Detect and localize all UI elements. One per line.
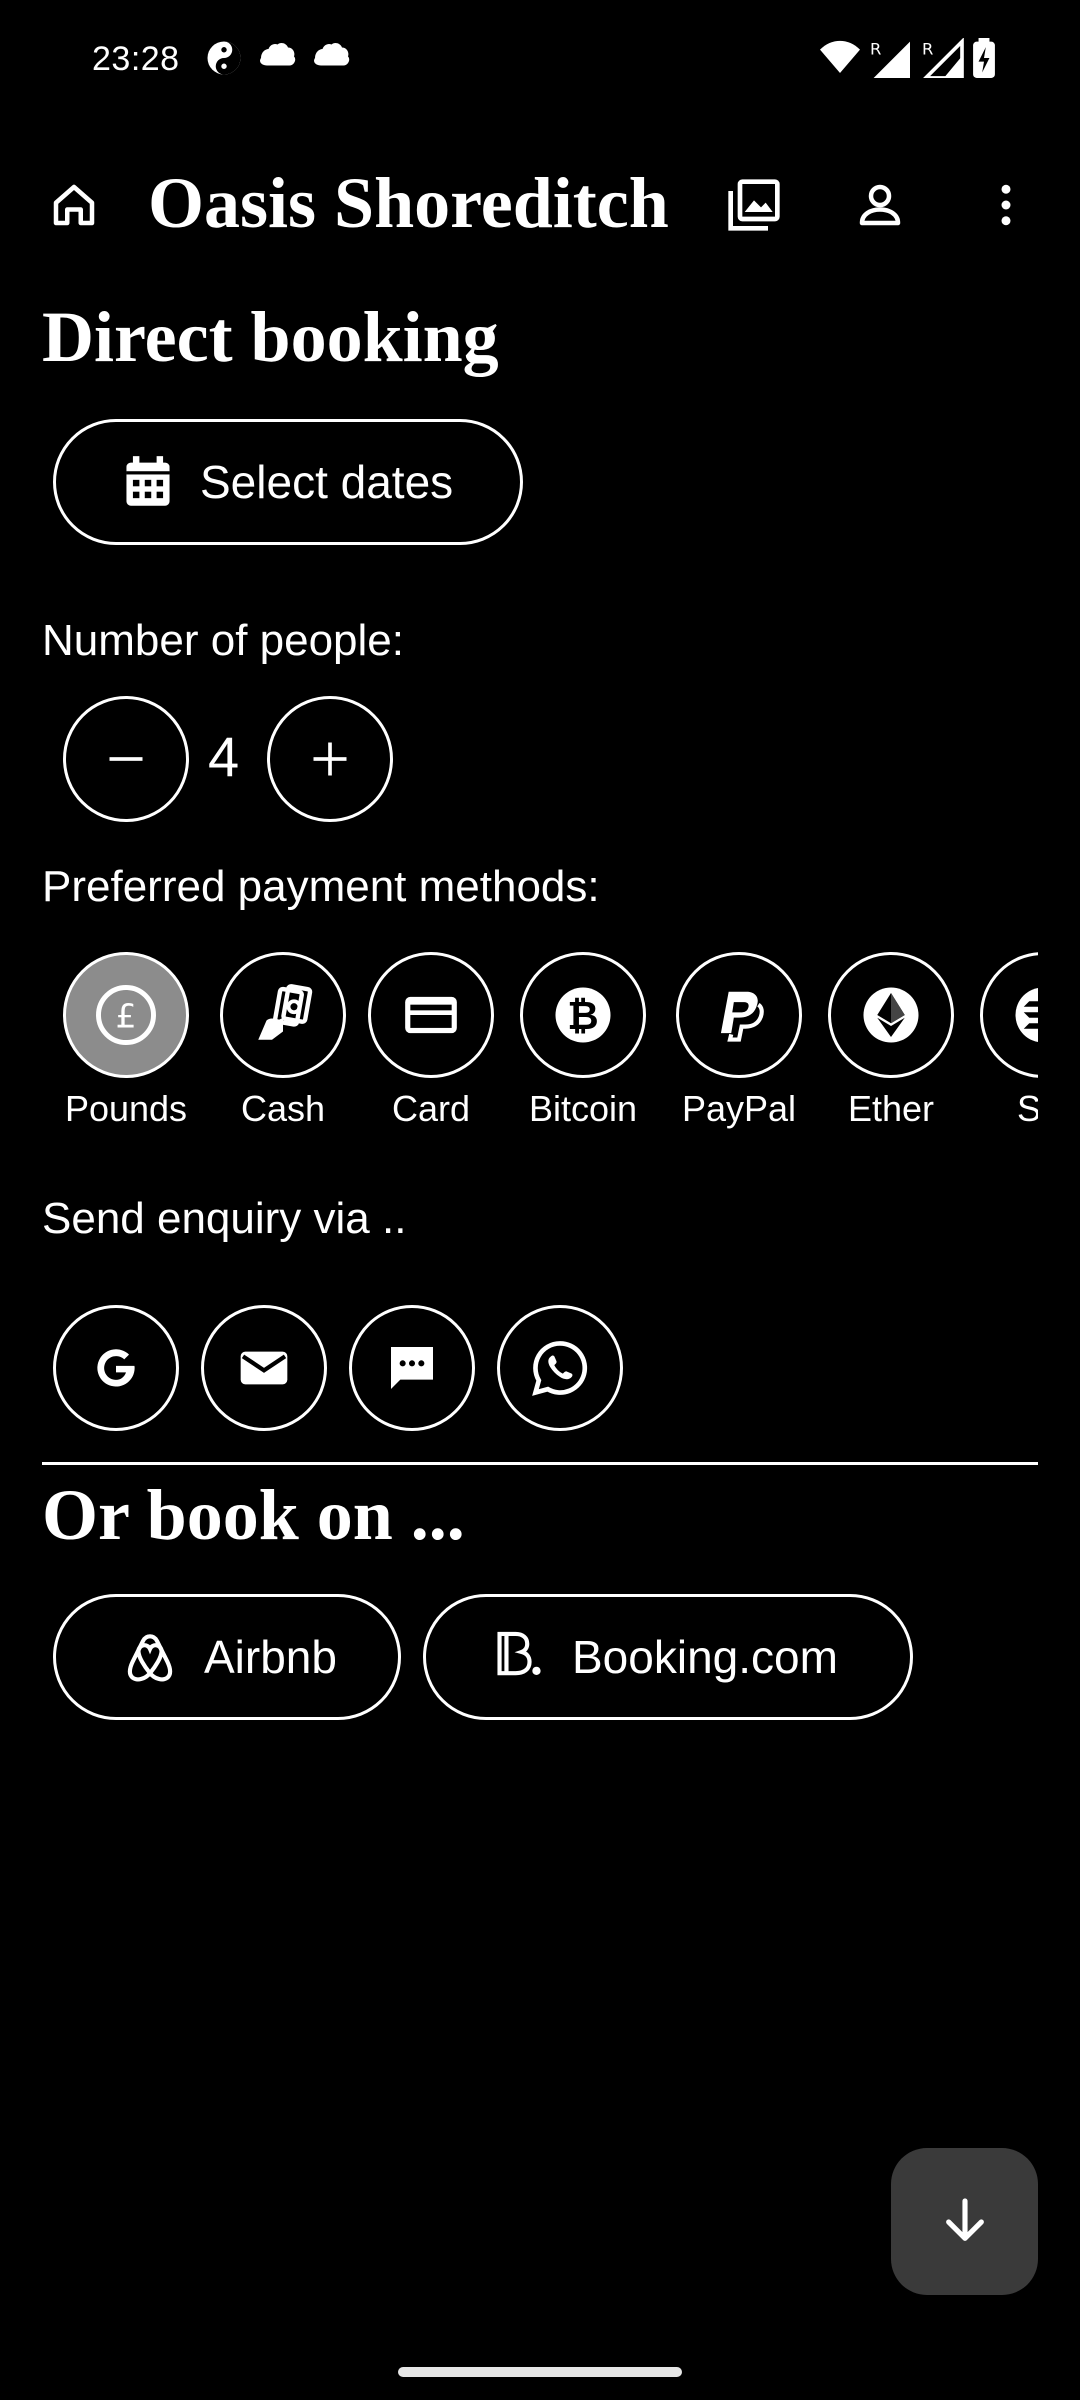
svg-text:R: R (870, 39, 881, 58)
payment-sol-chip[interactable] (980, 952, 1038, 1078)
paypal-icon (708, 984, 770, 1046)
payment-ether-chip[interactable] (828, 952, 954, 1078)
person-icon (853, 178, 907, 232)
status-time: 23:28 (92, 40, 180, 78)
increase-people-button[interactable] (267, 696, 393, 822)
payment-sol-label: Sol (1016, 1088, 1038, 1129)
people-count: 4 (208, 725, 240, 788)
home-indicator[interactable] (398, 2367, 682, 2377)
booking-com-icon (490, 1627, 546, 1687)
payment-card-chip[interactable] (368, 952, 494, 1078)
wifi-icon (820, 40, 860, 76)
svg-text:₿: ₿ (567, 994, 598, 1039)
direct-booking-heading: Direct booking (42, 297, 499, 377)
pound-icon: £ (93, 982, 159, 1048)
payment-paypal-chip[interactable] (676, 952, 802, 1078)
airbnb-icon (122, 1627, 178, 1687)
status-bar: 23:28 R R (0, 0, 1080, 120)
decrease-people-button[interactable] (63, 696, 189, 822)
sms-icon (384, 1340, 440, 1396)
minus-icon (104, 737, 148, 781)
notification-icon (256, 40, 296, 76)
home-button[interactable] (34, 165, 114, 245)
scroll-down-fab[interactable] (891, 2148, 1038, 2295)
external-booking-heading: Or book on ... (42, 1475, 465, 1555)
payment-pounds-label: Pounds (64, 1088, 188, 1129)
select-dates-button[interactable]: Select dates (53, 419, 523, 545)
more-vert-icon (979, 178, 1033, 232)
credit-card-icon (400, 984, 462, 1046)
svg-text:R: R (922, 39, 933, 58)
payment-ether-label: Ether (847, 1088, 935, 1129)
payment-card-label: Card (391, 1088, 471, 1129)
plus-icon (308, 737, 352, 781)
battery-charging-icon (972, 38, 996, 78)
enquiry-sms-button[interactable] (349, 1305, 475, 1431)
enquiry-whatsapp-button[interactable] (497, 1305, 623, 1431)
app-bar: Oasis Shoreditch (0, 150, 1080, 260)
section-divider (42, 1462, 1038, 1465)
signal-roaming-icon: R (920, 38, 964, 78)
solana-icon (1010, 982, 1038, 1048)
status-left-icons (206, 40, 350, 76)
signal-roaming-icon: R (868, 38, 912, 78)
airbnb-button[interactable]: Airbnb (53, 1594, 401, 1720)
notification-icon (310, 40, 350, 76)
calendar-icon (122, 454, 174, 510)
select-dates-label: Select dates (200, 456, 454, 508)
payment-cash-chip[interactable] (220, 952, 346, 1078)
booking-com-label: Booking.com (572, 1631, 838, 1683)
status-right-icons: R R (820, 38, 996, 78)
payment-bitcoin-label: Bitcoin (528, 1088, 638, 1129)
yin-yang-icon (206, 40, 242, 76)
ethereum-icon (858, 982, 924, 1048)
payment-pounds-chip[interactable]: £ (63, 952, 189, 1078)
photo-library-icon (726, 177, 782, 233)
bitcoin-icon: ₿ (550, 982, 616, 1048)
email-icon (236, 1340, 292, 1396)
enquiry-label: Send enquiry via .. (42, 1194, 407, 1243)
google-icon (90, 1342, 142, 1394)
airbnb-label: Airbnb (204, 1631, 337, 1683)
payment-methods-row[interactable]: £ ₿ Pounds Cash Card Bitcoin PayPal Ethe… (0, 930, 1038, 1150)
enquiry-email-button[interactable] (201, 1305, 327, 1431)
payment-cash-label: Cash (240, 1088, 326, 1129)
enquiry-google-button[interactable] (53, 1305, 179, 1431)
payment-paypal-label: PayPal (681, 1088, 797, 1129)
booking-com-button[interactable]: Booking.com (423, 1594, 913, 1720)
whatsapp-icon (529, 1337, 591, 1399)
account-button[interactable] (840, 165, 920, 245)
arrow-down-icon (937, 2194, 993, 2250)
cash-icon (250, 982, 316, 1048)
app-title: Oasis Shoreditch (148, 163, 669, 243)
svg-text:£: £ (116, 996, 137, 1035)
home-icon (47, 178, 101, 232)
gallery-button[interactable] (714, 165, 794, 245)
payment-bitcoin-chip[interactable]: ₿ (520, 952, 646, 1078)
overflow-menu-button[interactable] (966, 165, 1046, 245)
people-label: Number of people: (42, 616, 404, 665)
payment-label: Preferred payment methods: (42, 862, 600, 911)
